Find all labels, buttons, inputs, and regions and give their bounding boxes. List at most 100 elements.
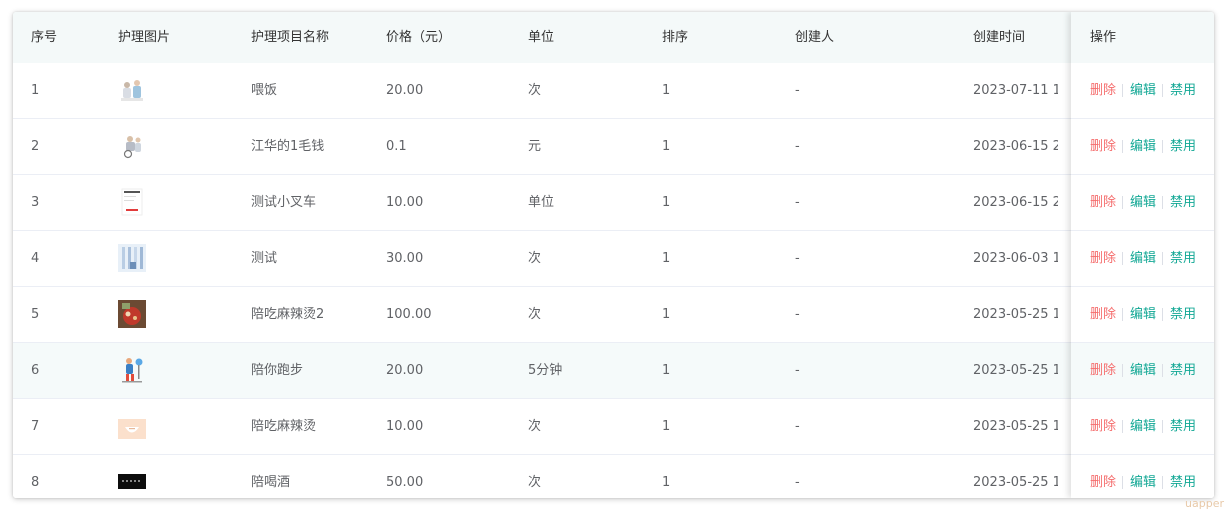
header-creator: 创建人 xyxy=(795,30,835,45)
cell-creator: - xyxy=(795,251,800,266)
actions-column: 操作 删除 编辑 禁用 删除 编辑 禁用 删除 编辑 禁用 删除 编辑 禁用 删… xyxy=(1071,12,1214,498)
cell-name: 陪喝酒 xyxy=(251,475,291,490)
delete-button[interactable]: 删除 xyxy=(1090,455,1116,498)
table-row[interactable]: 7 陪吃麻辣烫 10.00 次 1 - 2023-05-25 14:25 xyxy=(13,399,1214,455)
disable-button[interactable]: 禁用 xyxy=(1170,399,1196,454)
header-actions: 操作 xyxy=(1090,30,1117,45)
cell-created-at: 2023-06-15 20:21 xyxy=(973,139,1058,154)
running-person-illustration-icon[interactable] xyxy=(118,356,146,384)
cell-unit: 次 xyxy=(528,83,542,98)
delete-button[interactable]: 删除 xyxy=(1090,399,1116,454)
delete-button[interactable]: 删除 xyxy=(1090,231,1116,286)
table-row[interactable]: 8 陪喝酒 50.00 次 1 - 2023-05-25 14:21 xyxy=(13,455,1214,498)
action-divider xyxy=(1122,252,1123,265)
cell-price: 20.00 xyxy=(386,83,424,98)
action-divider xyxy=(1162,364,1163,377)
cell-created-at: 2023-06-03 16:45 xyxy=(973,251,1058,266)
cell-price: 100.00 xyxy=(386,307,432,322)
cell-creator: - xyxy=(795,363,800,378)
cell-index: 5 xyxy=(31,307,40,322)
action-divider xyxy=(1122,308,1123,321)
header-unit: 单位 xyxy=(528,30,555,45)
edit-button[interactable]: 编辑 xyxy=(1130,231,1156,286)
cell-sort: 1 xyxy=(662,419,671,434)
cell-sort: 1 xyxy=(662,251,671,266)
row-actions: 删除 编辑 禁用 xyxy=(1071,231,1214,287)
cell-created-at: 2023-05-25 15:31 xyxy=(973,363,1058,378)
action-divider xyxy=(1122,196,1123,209)
cell-name: 陪吃麻辣烫2 xyxy=(251,307,325,322)
cell-index: 3 xyxy=(31,195,40,210)
cell-sort: 1 xyxy=(662,475,671,490)
header-image: 护理图片 xyxy=(118,30,171,45)
edit-button[interactable]: 编辑 xyxy=(1130,119,1156,174)
cell-index: 1 xyxy=(31,83,40,98)
action-divider xyxy=(1122,420,1123,433)
delete-button[interactable]: 删除 xyxy=(1090,343,1116,398)
disable-button[interactable]: 禁用 xyxy=(1170,175,1196,230)
room-curtain-photo-icon[interactable] xyxy=(118,244,146,272)
table-header: 序号 护理图片 护理项目名称 价格（元） 单位 排序 创建人 创建时间 xyxy=(13,12,1214,64)
edit-button[interactable]: 编辑 xyxy=(1130,287,1156,342)
action-divider xyxy=(1162,196,1163,209)
cell-name: 测试小叉车 xyxy=(251,195,317,210)
caregiver-wheelchair-photo-icon[interactable] xyxy=(118,132,146,160)
table-row[interactable]: 3 测试小叉车 10.00 单位 1 - 2023-06-15 20:13 xyxy=(13,175,1214,231)
actions-body: 删除 编辑 禁用 删除 编辑 禁用 删除 编辑 禁用 删除 编辑 禁用 删除 编… xyxy=(1071,63,1214,498)
cell-unit: 次 xyxy=(528,419,542,434)
row-actions: 删除 编辑 禁用 xyxy=(1071,399,1214,455)
delete-button[interactable]: 删除 xyxy=(1090,63,1116,118)
edit-button[interactable]: 编辑 xyxy=(1130,175,1156,230)
disable-button[interactable]: 禁用 xyxy=(1170,287,1196,342)
table-row[interactable]: 4 测试 30.00 次 1 - 2023-06-03 16:45 xyxy=(13,231,1214,287)
cell-name: 测试 xyxy=(251,251,278,266)
cell-created-at: 2023-05-25 18:19 xyxy=(973,307,1058,322)
cell-index: 8 xyxy=(31,475,40,490)
header-price: 价格（元） xyxy=(386,30,452,45)
table-row[interactable]: 2 江华的1毛钱 0.1 元 1 - 2023-06-15 20:21 xyxy=(13,119,1214,175)
edit-button[interactable]: 编辑 xyxy=(1130,455,1156,498)
delete-button[interactable]: 删除 xyxy=(1090,119,1116,174)
edit-button[interactable]: 编辑 xyxy=(1130,399,1156,454)
cell-sort: 1 xyxy=(662,307,671,322)
cell-created-at: 2023-05-25 14:21 xyxy=(973,475,1058,490)
cell-unit: 次 xyxy=(528,251,542,266)
disable-button[interactable]: 禁用 xyxy=(1170,455,1196,498)
row-actions-hovered: 删除 编辑 禁用 xyxy=(1071,343,1214,399)
disable-button[interactable]: 禁用 xyxy=(1170,63,1196,118)
table-body: 1 喂饭 20.00 次 1 - 2023-07-11 15:24 2 江华的1… xyxy=(13,63,1214,498)
delete-button[interactable]: 删除 xyxy=(1090,175,1116,230)
black-banner-thumbnail-icon[interactable] xyxy=(118,468,146,496)
spicy-food-photo-icon[interactable] xyxy=(118,300,146,328)
cell-price: 10.00 xyxy=(386,419,424,434)
caregiver-feeding-photo-icon[interactable] xyxy=(118,76,146,104)
cell-index: 6 xyxy=(31,363,40,378)
delete-button[interactable]: 删除 xyxy=(1090,287,1116,342)
disable-button[interactable]: 禁用 xyxy=(1170,231,1196,286)
header-sort: 排序 xyxy=(662,30,689,45)
header-name: 护理项目名称 xyxy=(251,30,330,45)
cell-price: 30.00 xyxy=(386,251,424,266)
cell-name: 陪你跑步 xyxy=(251,363,304,378)
action-divider xyxy=(1122,476,1123,489)
screenshot-thumbnail-icon[interactable] xyxy=(118,188,146,216)
cell-creator: - xyxy=(795,307,800,322)
cell-unit: 单位 xyxy=(528,195,555,210)
cell-unit: 5分钟 xyxy=(528,363,563,378)
disable-button[interactable]: 禁用 xyxy=(1170,119,1196,174)
cell-unit: 元 xyxy=(528,139,542,154)
disable-button[interactable]: 禁用 xyxy=(1170,343,1196,398)
cell-created-at: 2023-05-25 14:25 xyxy=(973,419,1058,434)
action-divider xyxy=(1162,420,1163,433)
edit-button[interactable]: 编辑 xyxy=(1130,63,1156,118)
cell-creator: - xyxy=(795,139,800,154)
row-actions: 删除 编辑 禁用 xyxy=(1071,175,1214,231)
cell-sort: 1 xyxy=(662,83,671,98)
edit-button[interactable]: 编辑 xyxy=(1130,343,1156,398)
cell-creator: - xyxy=(795,195,800,210)
table-row[interactable]: 5 陪吃麻辣烫2 100.00 次 1 - 2023-05-25 18:19 xyxy=(13,287,1214,343)
table-row[interactable]: 1 喂饭 20.00 次 1 - 2023-07-11 15:24 xyxy=(13,63,1214,119)
cell-price: 0.1 xyxy=(386,139,407,154)
bowl-illustration-icon[interactable] xyxy=(118,412,146,440)
table-row-hovered[interactable]: 6 陪你跑步 20.00 5分钟 1 - 2023-05-25 15:31 xyxy=(13,343,1214,399)
